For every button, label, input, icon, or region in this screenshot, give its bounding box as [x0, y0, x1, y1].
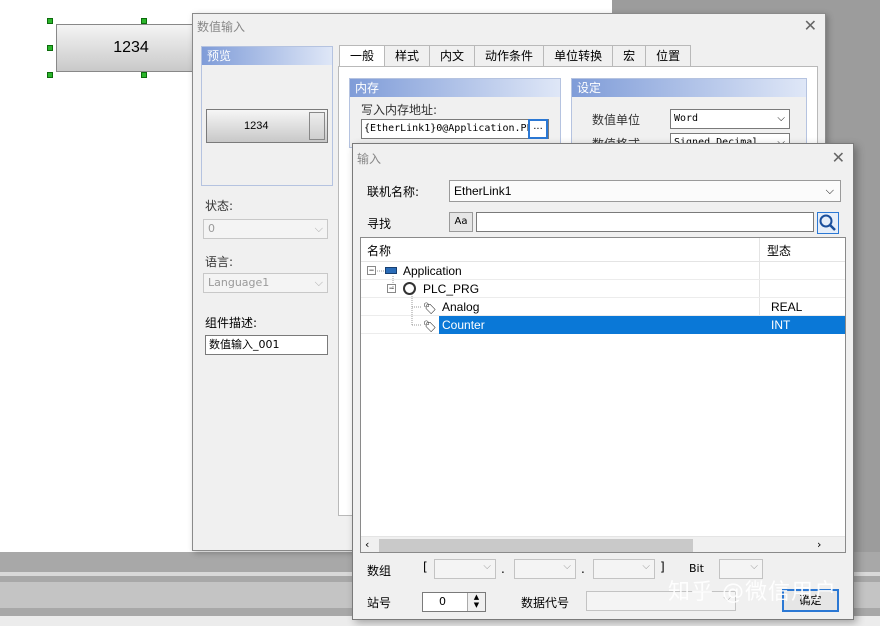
- watermark-text: 知乎 @微信用户: [668, 580, 837, 605]
- settings-header: 设定: [572, 79, 806, 97]
- tree-item-label: Analog: [442, 300, 480, 314]
- tree-item-label: Counter: [442, 318, 485, 332]
- tab-unit-conversion[interactable]: 单位转换: [543, 45, 614, 67]
- tab-text[interactable]: 内文: [429, 45, 476, 67]
- unit-select[interactable]: Word ⌵: [670, 109, 790, 129]
- resize-handle[interactable]: [47, 72, 53, 78]
- array-index-2: ⌵: [514, 559, 576, 579]
- write-address-label: 写入内存地址:: [361, 103, 438, 117]
- tab-action-condition[interactable]: 动作条件: [474, 45, 545, 67]
- chevron-down-icon: ⌵: [750, 561, 758, 572]
- memory-panel: 内存 写入内存地址: {EtherLink1}0@Application.PL …: [349, 78, 561, 148]
- tree-row-selected[interactable]: 🏷 Counter INT: [361, 316, 845, 334]
- tree-item-label: Application: [403, 264, 462, 278]
- scroll-thumb[interactable]: [379, 539, 693, 552]
- description-label: 组件描述:: [205, 316, 258, 330]
- tab-bar: 一般 样式 内文 动作条件 单位转换 宏 位置: [339, 45, 692, 67]
- settings-panel: 设定 数值单位 Word⌵ 数值格式 Signed Decimal⌵: [571, 78, 807, 151]
- preview-header: 预览: [202, 47, 332, 65]
- tag-icon: 🏷: [423, 321, 437, 333]
- tree-row[interactable]: − Application: [361, 262, 845, 280]
- preview-panel: 预览 1234: [201, 46, 333, 186]
- memory-header: 内存: [350, 79, 560, 97]
- preview-value: 1234: [244, 120, 269, 132]
- array-label: 数组: [367, 564, 392, 578]
- language-select[interactable]: Language1 ⌵: [203, 273, 328, 293]
- chevron-down-icon: ⌵: [314, 222, 323, 235]
- chevron-down-icon: ⌵: [314, 276, 323, 289]
- collapse-icon[interactable]: −: [367, 266, 376, 275]
- horizontal-scrollbar[interactable]: ‹ ›: [361, 536, 845, 552]
- collapse-icon[interactable]: −: [387, 284, 396, 293]
- array-index-1: ⌵: [434, 559, 496, 579]
- bracket-open: [: [423, 560, 428, 574]
- station-label: 站号: [367, 596, 392, 610]
- program-icon: [403, 282, 416, 295]
- variable-tree[interactable]: 名称 型态 − Application − PLC_PRG 🏷 Analog R…: [360, 237, 846, 553]
- match-case-button[interactable]: Aa: [449, 212, 473, 232]
- chevron-down-icon: ⌵: [777, 113, 785, 124]
- tree-item-type: INT: [771, 318, 791, 332]
- tree-header: 名称 型态: [361, 238, 845, 262]
- tree-item-label: PLC_PRG: [423, 282, 480, 296]
- browse-address-button[interactable]: ...: [528, 119, 548, 139]
- tab-position[interactable]: 位置: [645, 45, 692, 67]
- chevron-down-icon: ⌵: [563, 561, 571, 572]
- scroll-left-icon[interactable]: ‹: [365, 538, 369, 551]
- resize-handle[interactable]: [141, 72, 147, 78]
- search-label: 寻找: [367, 217, 392, 231]
- station-stepper[interactable]: 0 ▲ ▼: [422, 592, 486, 612]
- resize-handle[interactable]: [141, 18, 147, 24]
- language-label: 语言:: [205, 255, 234, 269]
- dialog-title: 输入: [357, 152, 382, 166]
- tree-row[interactable]: − PLC_PRG: [361, 280, 845, 298]
- link-name-label: 联机名称:: [367, 185, 420, 199]
- canvas-widget-value: 1234: [113, 39, 149, 56]
- tab-general[interactable]: 一般: [339, 45, 386, 67]
- state-select[interactable]: 0 ⌵: [203, 219, 328, 239]
- preview-widget: 1234: [206, 109, 328, 143]
- canvas-numeric-widget[interactable]: 1234: [56, 24, 206, 72]
- tab-style[interactable]: 样式: [384, 45, 431, 67]
- unit-label: 数值单位: [592, 113, 641, 127]
- input-dialog: 输入 ✕ 联机名称: EtherLink1 ⌵ 寻找 Aa 名称 型态 − App: [352, 143, 854, 620]
- data-code-label: 数据代号: [521, 596, 570, 610]
- column-name-header[interactable]: 名称: [367, 242, 391, 259]
- application-icon: [385, 267, 397, 274]
- scroll-right-icon[interactable]: ›: [817, 538, 821, 551]
- chevron-down-icon: ⌵: [642, 561, 650, 572]
- state-label: 状态:: [205, 199, 234, 213]
- close-icon[interactable]: ✕: [804, 16, 817, 35]
- write-address-input[interactable]: {EtherLink1}0@Application.PL: [361, 119, 549, 139]
- search-button[interactable]: [817, 212, 839, 234]
- column-type-header[interactable]: 型态: [767, 242, 791, 259]
- search-input[interactable]: [476, 212, 814, 232]
- array-index-3: ⌵: [593, 559, 655, 579]
- search-icon: [819, 214, 836, 231]
- tab-macro[interactable]: 宏: [612, 45, 647, 67]
- link-name-select[interactable]: EtherLink1 ⌵: [449, 180, 841, 202]
- close-icon[interactable]: ✕: [832, 148, 845, 167]
- description-input[interactable]: 数值输入_001: [205, 335, 328, 355]
- separator-dot: .: [581, 562, 585, 576]
- stepper-arrows-icon[interactable]: ▲ ▼: [467, 593, 485, 611]
- bracket-close: ]: [660, 560, 665, 574]
- dialog-title: 数值输入: [197, 20, 246, 34]
- chevron-down-icon: ⌵: [483, 561, 491, 572]
- separator-dot: .: [501, 562, 505, 576]
- resize-handle[interactable]: [47, 18, 53, 24]
- tree-item-type: REAL: [771, 300, 803, 314]
- tree-row[interactable]: 🏷 Analog REAL: [361, 298, 845, 316]
- chevron-down-icon: ⌵: [825, 185, 834, 197]
- resize-handle[interactable]: [47, 45, 53, 51]
